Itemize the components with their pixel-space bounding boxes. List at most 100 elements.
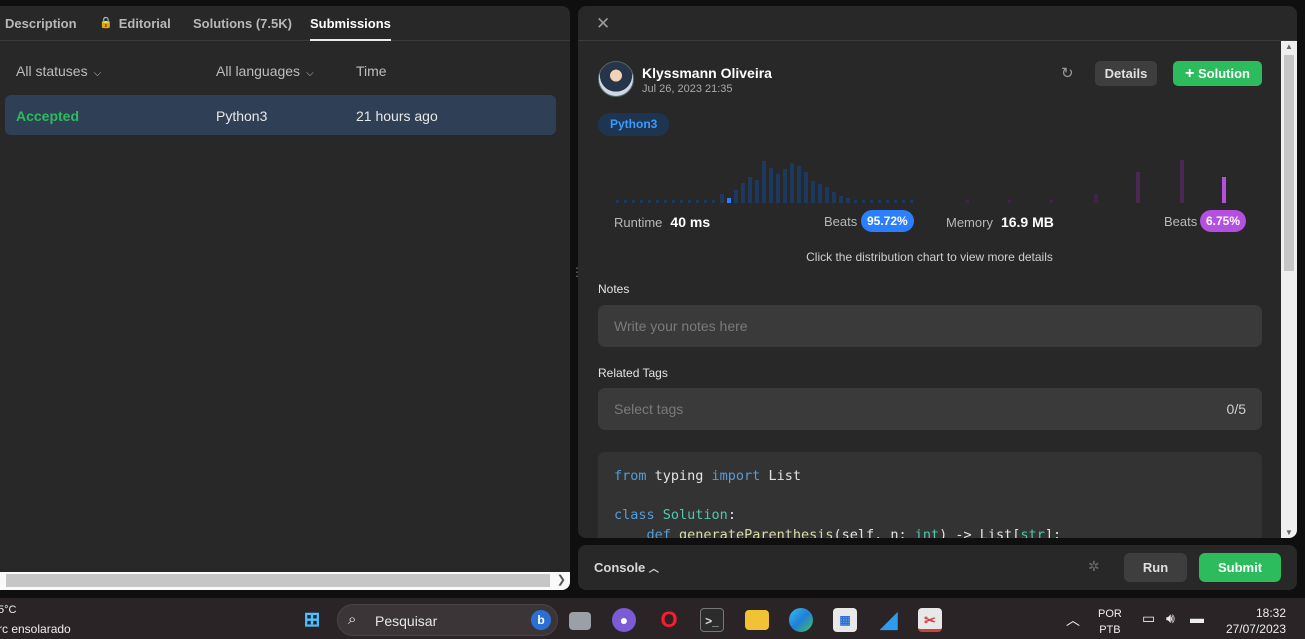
opera-icon[interactable]: O (657, 608, 681, 632)
memory-bar (1136, 172, 1140, 203)
tags-select[interactable]: Select tags 0/5 (598, 388, 1262, 430)
language-code: POR (1098, 608, 1122, 620)
distribution-chart[interactable] (608, 146, 1248, 206)
teams-chat-icon[interactable]: ● (612, 608, 636, 632)
runtime-bar (839, 196, 843, 203)
details-button[interactable]: Details (1095, 61, 1157, 86)
bing-icon[interactable]: b (531, 610, 551, 630)
runtime-stat: Runtime 40 ms (614, 214, 710, 230)
runtime-bar (664, 200, 667, 203)
tab-editorial-label: Editorial (118, 16, 171, 31)
volume-icon[interactable]: 🔊︎ (1166, 610, 1175, 627)
snipping-tool-icon[interactable]: ✂ (918, 608, 942, 632)
runtime-distribution[interactable] (616, 161, 913, 203)
edge-icon[interactable] (789, 608, 813, 632)
code-block[interactable]: from typing import List class Solution: … (598, 452, 1262, 538)
runtime-bar (648, 200, 651, 203)
memory-beats-label: Beats (1164, 214, 1198, 229)
debug-icon[interactable]: ✲ (1088, 558, 1100, 575)
runtime-bar (720, 194, 724, 203)
submission-date: Jul 26, 2023 21:35 (642, 83, 733, 95)
submit-button[interactable]: Submit (1199, 553, 1281, 582)
tab-solutions-label: Solutions (7.5K) (193, 16, 292, 31)
runtime-bar (818, 184, 822, 203)
scroll-down-icon[interactable]: ▼ (1285, 528, 1293, 537)
runtime-bar (811, 181, 815, 203)
input-language[interactable]: POR PTB (1098, 606, 1122, 638)
runtime-label: Runtime (614, 215, 663, 230)
scrollbar-thumb[interactable] (1284, 55, 1294, 271)
vertical-scrollbar[interactable]: ▲ ▼ (1281, 41, 1297, 538)
scrollbar-thumb[interactable] (6, 574, 550, 587)
status-filter-label: All statuses (16, 63, 88, 79)
tab-description[interactable]: Description (5, 16, 77, 41)
tab-submissions-label: Submissions (310, 16, 391, 31)
user-name: Klyssmann Oliveira (642, 65, 772, 81)
chevron-up-icon: ︿ (648, 564, 659, 575)
related-tags-label: Related Tags (598, 366, 668, 380)
app: Description 🔒 Editorial Solutions (7.5K) … (0, 0, 1305, 598)
microsoft-store-icon[interactable]: ▦ (833, 608, 857, 632)
row-language: Python3 (216, 108, 268, 124)
network-icon[interactable]: ▭ (1142, 610, 1155, 627)
runtime-bar (704, 200, 707, 203)
windows-start-icon[interactable]: ⊞ (300, 608, 324, 632)
notes-label: Notes (598, 282, 630, 296)
status-filter[interactable]: All statuses ⌵ (16, 63, 101, 79)
runtime-bar (672, 200, 675, 203)
plus-icon: + (1185, 65, 1195, 82)
memory-bar (1050, 200, 1053, 203)
submission-row[interactable]: Accepted Python3 21 hours ago (5, 95, 556, 135)
memory-distribution[interactable] (966, 160, 1226, 203)
tab-submissions[interactable]: Submissions (310, 16, 391, 41)
memory-bar-highlight (1222, 177, 1226, 203)
run-button[interactable]: Run (1124, 553, 1187, 582)
refresh-icon[interactable]: ↻ (1061, 64, 1074, 82)
submission-detail-panel: ✕ Klyssmann Oliveira Jul 26, 2023 21:35 … (578, 6, 1297, 538)
scroll-up-icon[interactable]: ▲ (1285, 42, 1293, 51)
horizontal-scrollbar[interactable]: ❯ (0, 572, 570, 590)
file-explorer-icon[interactable] (745, 610, 769, 630)
console-toggle[interactable]: Console ︿ (594, 560, 659, 575)
runtime-bar (632, 200, 635, 203)
search-icon: ⌕ (348, 611, 357, 628)
row-time: 21 hours ago (356, 108, 438, 124)
code-line: class Solution: (614, 507, 736, 523)
task-view-icon[interactable] (569, 612, 591, 630)
notes-placeholder: Write your notes here (614, 318, 748, 334)
solution-button[interactable]: + Solution (1173, 61, 1262, 86)
runtime-bar (797, 166, 801, 203)
runtime-bar (902, 200, 905, 203)
runtime-bar (790, 163, 794, 203)
language-badge: Python3 (598, 113, 670, 136)
runtime-bar (640, 200, 643, 203)
runtime-bar (769, 168, 773, 203)
weather-description[interactable]: rc ensolarado (0, 622, 71, 636)
system-clock[interactable]: 18:32 27/07/2023 (1222, 605, 1286, 637)
memory-bar (966, 200, 969, 203)
chevron-down-icon: ⌵ (306, 68, 314, 79)
runtime-bar (870, 200, 873, 203)
submissions-panel: Description 🔒 Editorial Solutions (7.5K) … (0, 6, 570, 590)
taskbar-search[interactable]: ⌕ Pesquisar b (337, 604, 558, 636)
vscode-icon[interactable]: ◢ (877, 608, 901, 632)
weather-temperature[interactable]: 5°C (0, 604, 16, 616)
terminal-icon[interactable]: >_ (700, 608, 724, 632)
runtime-bar (712, 200, 715, 203)
code-line: def generateParenthesis(self, n: int) ->… (646, 526, 1062, 539)
tab-solutions[interactable]: Solutions (7.5K) (193, 16, 292, 41)
notes-input[interactable]: Write your notes here (598, 305, 1262, 347)
runtime-bar (854, 200, 857, 203)
battery-icon[interactable]: ▬ (1190, 610, 1204, 626)
chevron-up-icon[interactable]: ︿ (1066, 610, 1080, 630)
close-icon[interactable]: ✕ (596, 14, 610, 34)
runtime-bar (734, 190, 738, 203)
memory-beats-badge: 6.75% (1200, 210, 1247, 232)
runtime-bar (776, 174, 780, 203)
solution-button-label: Solution (1197, 66, 1250, 81)
tags-count: 0/5 (1226, 401, 1246, 417)
tab-editorial[interactable]: 🔒 Editorial (99, 16, 171, 41)
scroll-right-icon[interactable]: ❯ (557, 573, 566, 586)
language-filter[interactable]: All languages ⌵ (216, 63, 314, 79)
runtime-value: 40 ms (670, 214, 711, 230)
